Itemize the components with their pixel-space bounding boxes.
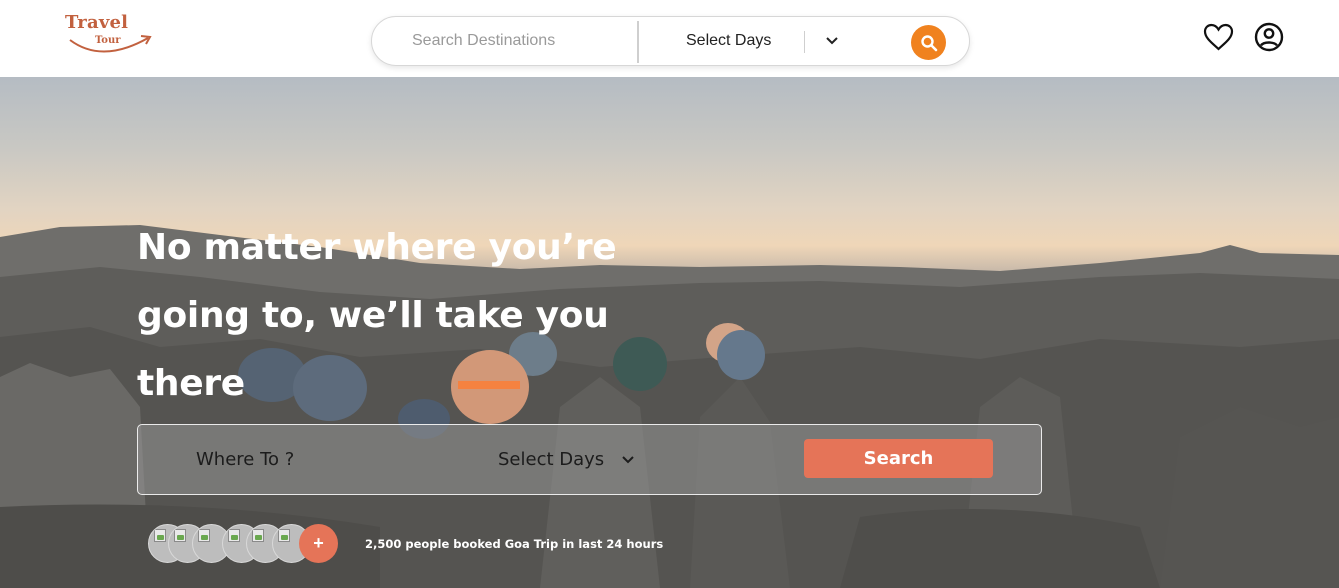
- broken-image-icon: [228, 529, 240, 542]
- where-to-field[interactable]: Where To ?: [196, 449, 294, 470]
- hero-headline: No matter where you’re going to, we’ll t…: [137, 214, 617, 418]
- broken-image-icon: [278, 529, 290, 542]
- destination-search-input[interactable]: [412, 32, 632, 50]
- headline-line: No matter where you’re: [137, 227, 617, 268]
- headline-line: going to, we’ll take you: [137, 295, 609, 336]
- select-days-dropdown[interactable]: Select Days: [686, 32, 771, 50]
- broken-image-icon: [252, 529, 264, 542]
- select-days-dropdown[interactable]: Select Days: [498, 449, 604, 470]
- broken-image-icon: [198, 529, 210, 542]
- hero-section: No matter where you’re going to, we’ll t…: [0, 77, 1339, 588]
- divider: [804, 31, 805, 53]
- divider: [637, 21, 639, 63]
- headline-line: there: [137, 363, 245, 404]
- heart-icon[interactable]: [1203, 23, 1234, 51]
- chevron-down-icon[interactable]: [620, 452, 636, 468]
- logo-word-tour: Tour: [95, 35, 121, 46]
- hero-search-bar: Where To ? Select Days Search: [137, 424, 1042, 495]
- broken-image-icon: [154, 529, 166, 542]
- header-search-bar: Select Days: [371, 16, 970, 66]
- more-avatars-button[interactable]: +: [299, 524, 338, 563]
- booking-count-text: 2,500 people booked Goa Trip in last 24 …: [365, 537, 664, 551]
- logo[interactable]: Travel Tour: [62, 12, 156, 62]
- search-button[interactable]: Search: [804, 439, 993, 478]
- chevron-down-icon[interactable]: [824, 33, 840, 49]
- booked-avatars: +: [148, 524, 348, 563]
- search-icon: [920, 34, 937, 51]
- header-search-button[interactable]: [911, 25, 946, 60]
- site-header: Travel Tour Select Days: [0, 0, 1339, 77]
- user-icon[interactable]: [1254, 22, 1284, 52]
- broken-image-icon: [174, 529, 186, 542]
